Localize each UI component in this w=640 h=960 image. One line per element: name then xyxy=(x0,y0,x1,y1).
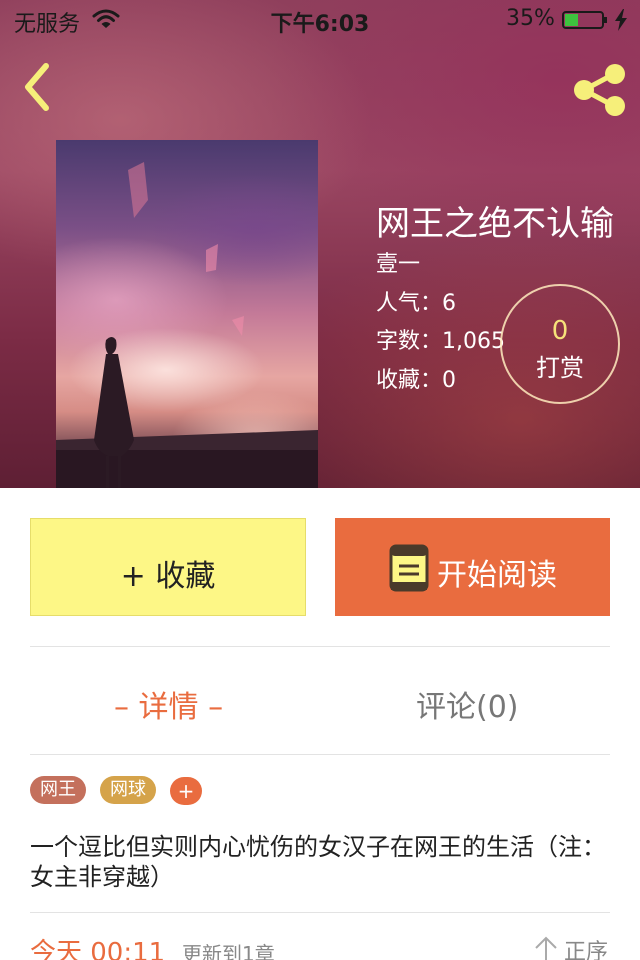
divider xyxy=(30,646,610,647)
update-status: 更新到1章 xyxy=(182,942,275,960)
popularity-stat: 人气：6 xyxy=(376,291,456,316)
battery-icon xyxy=(562,11,607,29)
book-title: 网王之绝不认输 xyxy=(376,204,614,244)
book-author[interactable]: 壹一 xyxy=(376,246,420,278)
divider xyxy=(30,912,610,913)
sort-order-toggle[interactable]: 正序 xyxy=(534,932,624,960)
book-hero-header: 无服务 下午6:03 35% 网王之绝不认输 壹一 人气：6 字数：1,065 … xyxy=(0,0,640,488)
tab-comments[interactable]: 评论(0) xyxy=(416,682,519,726)
book-icon xyxy=(389,544,429,592)
sort-arrow-icon xyxy=(535,936,557,960)
add-to-favorites-button[interactable]: + 收藏 xyxy=(30,518,306,616)
back-chevron-icon[interactable] xyxy=(16,60,60,114)
tag-chip[interactable]: 网球 xyxy=(100,776,156,804)
latest-update-row[interactable]: 今天 00:11 更新到1章 正序 xyxy=(30,932,610,960)
book-synopsis: 一个逗比但实则内心忧伤的女汉子在网王的生活（注：女主非穿越） xyxy=(30,833,606,891)
tab-details[interactable]: – 详情 – xyxy=(114,682,223,726)
tip-count: 0 xyxy=(551,316,569,346)
sort-order-label: 正序 xyxy=(564,940,609,960)
cover-illustration xyxy=(56,162,318,488)
update-date: 今天 00:11 xyxy=(30,938,166,960)
start-reading-label: 开始阅读 xyxy=(437,558,557,593)
tag-chip[interactable]: 网王 xyxy=(30,776,86,804)
status-bar: 无服务 下午6:03 35% xyxy=(0,0,640,40)
word-count-stat: 字数：1,065 xyxy=(376,329,505,354)
share-icon[interactable] xyxy=(570,62,630,118)
divider xyxy=(30,754,610,755)
book-detail-body: + 收藏 开始阅读 – 详情 – 评论(0) 网王 网球 + 一个逗比但实则内心… xyxy=(0,488,640,960)
tip-label: 打赏 xyxy=(536,354,584,382)
add-tag-button[interactable]: + xyxy=(170,777,202,805)
battery-percentage: 35% xyxy=(506,6,555,31)
start-reading-button[interactable]: 开始阅读 xyxy=(335,518,610,616)
book-detail-screen: 无服务 下午6:03 35% 网王之绝不认输 壹一 人气：6 字数：1,065 … xyxy=(0,0,640,960)
tip-button[interactable]: 0 打赏 xyxy=(500,284,620,404)
favorites-stat: 收藏：0 xyxy=(376,368,456,393)
book-cover-image[interactable] xyxy=(56,140,318,488)
charging-bolt-icon xyxy=(615,9,627,31)
add-to-favorites-label: + 收藏 xyxy=(120,559,216,594)
